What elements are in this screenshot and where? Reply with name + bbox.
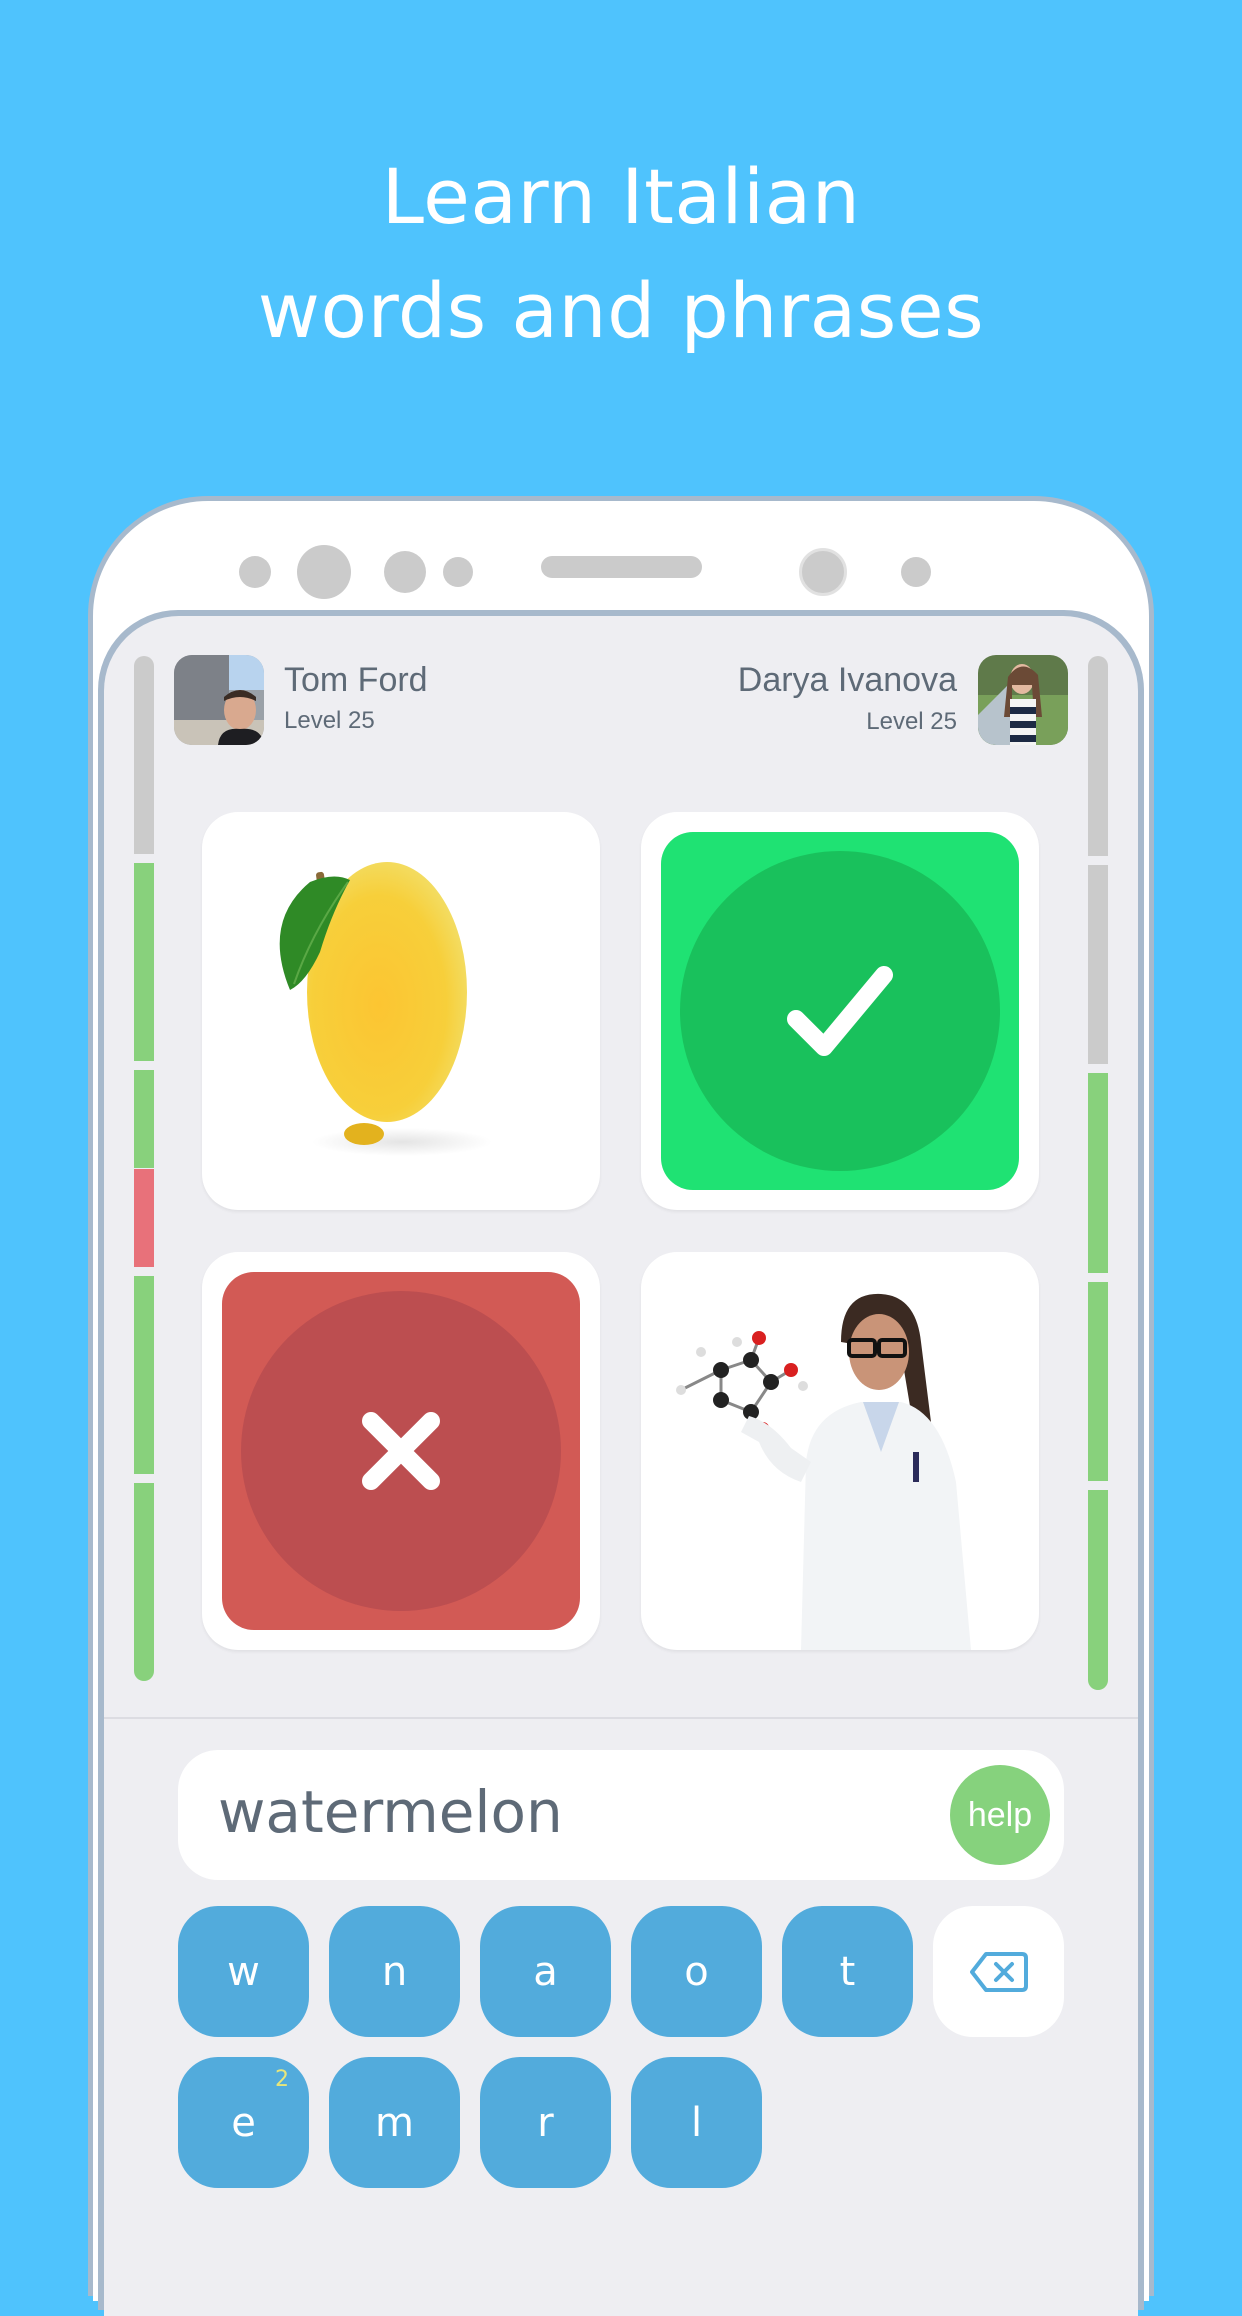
- progress-segment-wrong: [134, 1168, 154, 1268]
- answer-card-correct[interactable]: [641, 812, 1039, 1210]
- sensor-dot: [239, 556, 271, 588]
- sensor-dot: [443, 557, 473, 587]
- right-player-name: Darya Ivanova: [737, 661, 957, 699]
- scientist-image: [676, 1293, 971, 1650]
- cross-icon: [362, 1412, 440, 1490]
- progress-segment-correct: [134, 1276, 154, 1475]
- progress-segment-correct: [134, 862, 154, 1061]
- headline-line-2: words and phrases: [257, 266, 985, 355]
- proximity-sensor: [799, 548, 847, 596]
- progress-segment-correct: [1088, 1281, 1108, 1482]
- key-w[interactable]: w: [178, 1906, 309, 2037]
- key-e[interactable]: e 2: [178, 2057, 309, 2188]
- correct-result-circle: [680, 851, 1000, 1171]
- avatar-photo: [174, 655, 264, 745]
- key-n[interactable]: n: [329, 1906, 460, 2037]
- progress-segment-correct: [1088, 1073, 1108, 1273]
- right-player-progress: [1088, 656, 1108, 1690]
- wrong-result: [222, 1272, 580, 1630]
- sensor-dot: [384, 551, 426, 593]
- key-a[interactable]: a: [480, 1906, 611, 2037]
- key-letter: w: [227, 1948, 260, 1995]
- headline: Learn Italian words and phrases: [0, 140, 1242, 368]
- left-player-name: Tom Ford: [284, 661, 428, 699]
- answer-input-value: watermelon: [218, 1778, 563, 1846]
- tom-ford-avatar[interactable]: [174, 655, 264, 745]
- key-letter: r: [537, 2099, 554, 2146]
- key-letter: e: [231, 2099, 256, 2146]
- avatar-photo: [978, 655, 1068, 745]
- backspace-button[interactable]: [933, 1906, 1064, 2037]
- answer-card-lemon[interactable]: [202, 812, 600, 1210]
- key-letter: a: [533, 1948, 558, 1995]
- letter-count-badge: 2: [275, 2067, 289, 2092]
- key-t[interactable]: t: [782, 1906, 913, 2037]
- key-letter: m: [375, 2099, 414, 2146]
- answer-input[interactable]: watermelon help: [178, 1750, 1064, 1880]
- headline-line-1: Learn Italian: [381, 152, 861, 241]
- progress-segment-correct: [134, 1069, 154, 1169]
- progress-segment-correct: [1088, 1490, 1108, 1690]
- key-r[interactable]: r: [480, 2057, 611, 2188]
- right-player-level: Level 25: [866, 708, 957, 735]
- left-player-progress: [134, 656, 154, 1690]
- backspace-icon: [969, 1951, 1028, 1992]
- key-letter: n: [381, 1948, 408, 1995]
- progress-segment-pending: [1088, 656, 1108, 856]
- front-camera: [297, 545, 351, 599]
- key-l[interactable]: l: [631, 2057, 762, 2188]
- lemon-image: [279, 862, 492, 1156]
- section-divider: [104, 1717, 1138, 1719]
- progress-segment-correct: [134, 1483, 154, 1681]
- darya-ivanova-avatar[interactable]: [978, 655, 1068, 745]
- answer-card-wrong[interactable]: [202, 1252, 600, 1650]
- key-letter: o: [684, 1948, 709, 1995]
- wrong-result-circle: [241, 1291, 561, 1611]
- key-letter: t: [839, 1948, 856, 1995]
- correct-result: [661, 832, 1019, 1190]
- sensor-dot: [901, 557, 931, 587]
- progress-segment-pending: [134, 656, 154, 854]
- key-o[interactable]: o: [631, 1906, 762, 2037]
- help-button[interactable]: help: [950, 1765, 1050, 1865]
- checkmark-icon: [787, 966, 893, 1056]
- answer-card-scientist[interactable]: [641, 1252, 1039, 1650]
- key-m[interactable]: m: [329, 2057, 460, 2188]
- progress-segment-pending: [1088, 864, 1108, 1065]
- earpiece-speaker: [541, 556, 702, 578]
- key-letter: l: [690, 2099, 703, 2146]
- left-player-level: Level 25: [284, 707, 375, 734]
